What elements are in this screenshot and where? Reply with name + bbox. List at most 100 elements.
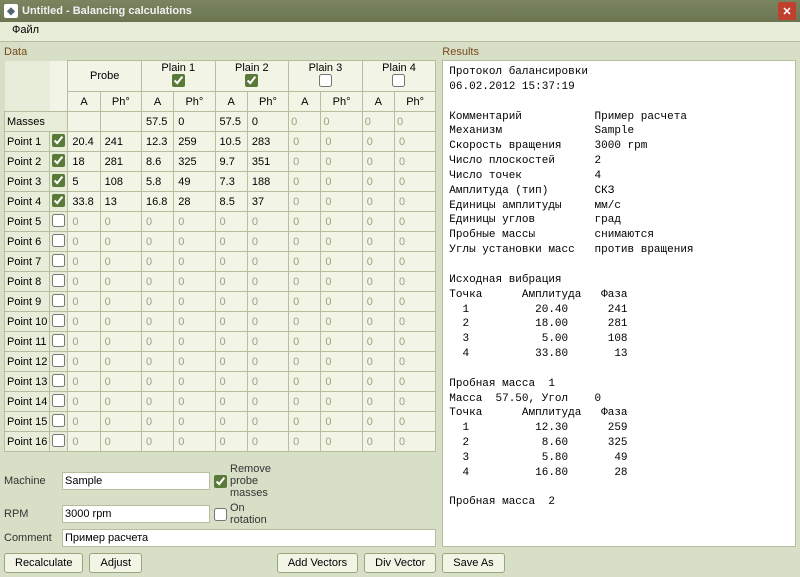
div-vector-button[interactable]: Div Vector bbox=[364, 553, 436, 573]
p3-ph[interactable] bbox=[323, 256, 359, 268]
save-as-button[interactable]: Save As bbox=[442, 553, 504, 573]
probe-a[interactable] bbox=[70, 416, 97, 428]
results-text[interactable]: Протокол балансировки 06.02.2012 15:37:1… bbox=[442, 60, 796, 547]
p2-ph[interactable] bbox=[250, 236, 286, 248]
p4-ph[interactable] bbox=[397, 436, 433, 448]
on-rotation-checkbox[interactable] bbox=[214, 508, 227, 521]
p1-a[interactable] bbox=[144, 396, 171, 408]
rpm-input[interactable] bbox=[62, 505, 210, 523]
adjust-button[interactable]: Adjust bbox=[89, 553, 142, 573]
p1-ph[interactable] bbox=[176, 256, 212, 268]
p3-a[interactable] bbox=[291, 416, 318, 428]
probe-ph[interactable] bbox=[103, 316, 139, 328]
p2-a[interactable] bbox=[218, 316, 245, 328]
p1-a[interactable] bbox=[144, 196, 171, 208]
p4-ph[interactable] bbox=[397, 256, 433, 268]
p3-a[interactable] bbox=[291, 296, 318, 308]
plain3-checkbox[interactable] bbox=[319, 74, 332, 87]
p2-ph[interactable] bbox=[250, 176, 286, 188]
p4-a[interactable] bbox=[365, 136, 392, 148]
probe-ph[interactable] bbox=[103, 256, 139, 268]
point-checkbox[interactable] bbox=[52, 214, 65, 227]
p3-a[interactable] bbox=[291, 276, 318, 288]
p2-a[interactable] bbox=[218, 296, 245, 308]
mass-p2-a[interactable] bbox=[218, 116, 245, 128]
p2-a[interactable] bbox=[218, 276, 245, 288]
p2-ph[interactable] bbox=[250, 376, 286, 388]
point-checkbox[interactable] bbox=[52, 294, 65, 307]
p3-a[interactable] bbox=[291, 436, 318, 448]
p4-a[interactable] bbox=[365, 296, 392, 308]
p4-a[interactable] bbox=[365, 396, 392, 408]
probe-ph[interactable] bbox=[103, 156, 139, 168]
recalculate-button[interactable]: Recalculate bbox=[4, 553, 83, 573]
p4-a[interactable] bbox=[365, 256, 392, 268]
p1-ph[interactable] bbox=[176, 336, 212, 348]
point-checkbox[interactable] bbox=[52, 394, 65, 407]
p3-a[interactable] bbox=[291, 336, 318, 348]
p4-ph[interactable] bbox=[397, 356, 433, 368]
plain4-checkbox[interactable] bbox=[392, 74, 405, 87]
p1-ph[interactable] bbox=[176, 416, 212, 428]
p2-ph[interactable] bbox=[250, 256, 286, 268]
point-checkbox[interactable] bbox=[52, 414, 65, 427]
probe-ph[interactable] bbox=[103, 276, 139, 288]
probe-ph[interactable] bbox=[103, 216, 139, 228]
p3-a[interactable] bbox=[291, 256, 318, 268]
mass-p1-ph[interactable] bbox=[176, 116, 212, 128]
p2-a[interactable] bbox=[218, 136, 245, 148]
p3-ph[interactable] bbox=[323, 436, 359, 448]
probe-ph[interactable] bbox=[103, 176, 139, 188]
p2-ph[interactable] bbox=[250, 156, 286, 168]
p2-ph[interactable] bbox=[250, 336, 286, 348]
probe-ph[interactable] bbox=[103, 376, 139, 388]
p1-a[interactable] bbox=[144, 176, 171, 188]
p1-a[interactable] bbox=[144, 136, 171, 148]
p4-ph[interactable] bbox=[397, 376, 433, 388]
p3-a[interactable] bbox=[291, 156, 318, 168]
point-checkbox[interactable] bbox=[52, 174, 65, 187]
p3-a[interactable] bbox=[291, 396, 318, 408]
p4-ph[interactable] bbox=[397, 316, 433, 328]
p1-ph[interactable] bbox=[176, 216, 212, 228]
probe-a[interactable] bbox=[70, 216, 97, 228]
p1-a[interactable] bbox=[144, 376, 171, 388]
p3-ph[interactable] bbox=[323, 336, 359, 348]
probe-ph[interactable] bbox=[103, 396, 139, 408]
p4-ph[interactable] bbox=[397, 176, 433, 188]
p2-a[interactable] bbox=[218, 176, 245, 188]
probe-ph[interactable] bbox=[103, 236, 139, 248]
p4-ph[interactable] bbox=[397, 156, 433, 168]
p2-ph[interactable] bbox=[250, 296, 286, 308]
point-checkbox[interactable] bbox=[52, 314, 65, 327]
point-checkbox[interactable] bbox=[52, 374, 65, 387]
p4-ph[interactable] bbox=[397, 276, 433, 288]
p4-ph[interactable] bbox=[397, 236, 433, 248]
p4-a[interactable] bbox=[365, 336, 392, 348]
p2-a[interactable] bbox=[218, 376, 245, 388]
p1-a[interactable] bbox=[144, 276, 171, 288]
p4-a[interactable] bbox=[365, 316, 392, 328]
point-checkbox[interactable] bbox=[52, 194, 65, 207]
p1-ph[interactable] bbox=[176, 436, 212, 448]
p1-ph[interactable] bbox=[176, 356, 212, 368]
p1-ph[interactable] bbox=[176, 176, 212, 188]
p3-ph[interactable] bbox=[323, 236, 359, 248]
p1-a[interactable] bbox=[144, 356, 171, 368]
p4-a[interactable] bbox=[365, 356, 392, 368]
probe-a[interactable] bbox=[70, 136, 97, 148]
probe-ph[interactable] bbox=[103, 196, 139, 208]
p1-a[interactable] bbox=[144, 216, 171, 228]
p3-ph[interactable] bbox=[323, 276, 359, 288]
p4-ph[interactable] bbox=[397, 416, 433, 428]
menu-file[interactable]: Файл bbox=[6, 22, 45, 38]
p1-a[interactable] bbox=[144, 156, 171, 168]
p2-a[interactable] bbox=[218, 416, 245, 428]
probe-ph[interactable] bbox=[103, 296, 139, 308]
point-checkbox[interactable] bbox=[52, 334, 65, 347]
p1-a[interactable] bbox=[144, 336, 171, 348]
p1-ph[interactable] bbox=[176, 196, 212, 208]
p2-ph[interactable] bbox=[250, 276, 286, 288]
p1-a[interactable] bbox=[144, 296, 171, 308]
p2-ph[interactable] bbox=[250, 356, 286, 368]
